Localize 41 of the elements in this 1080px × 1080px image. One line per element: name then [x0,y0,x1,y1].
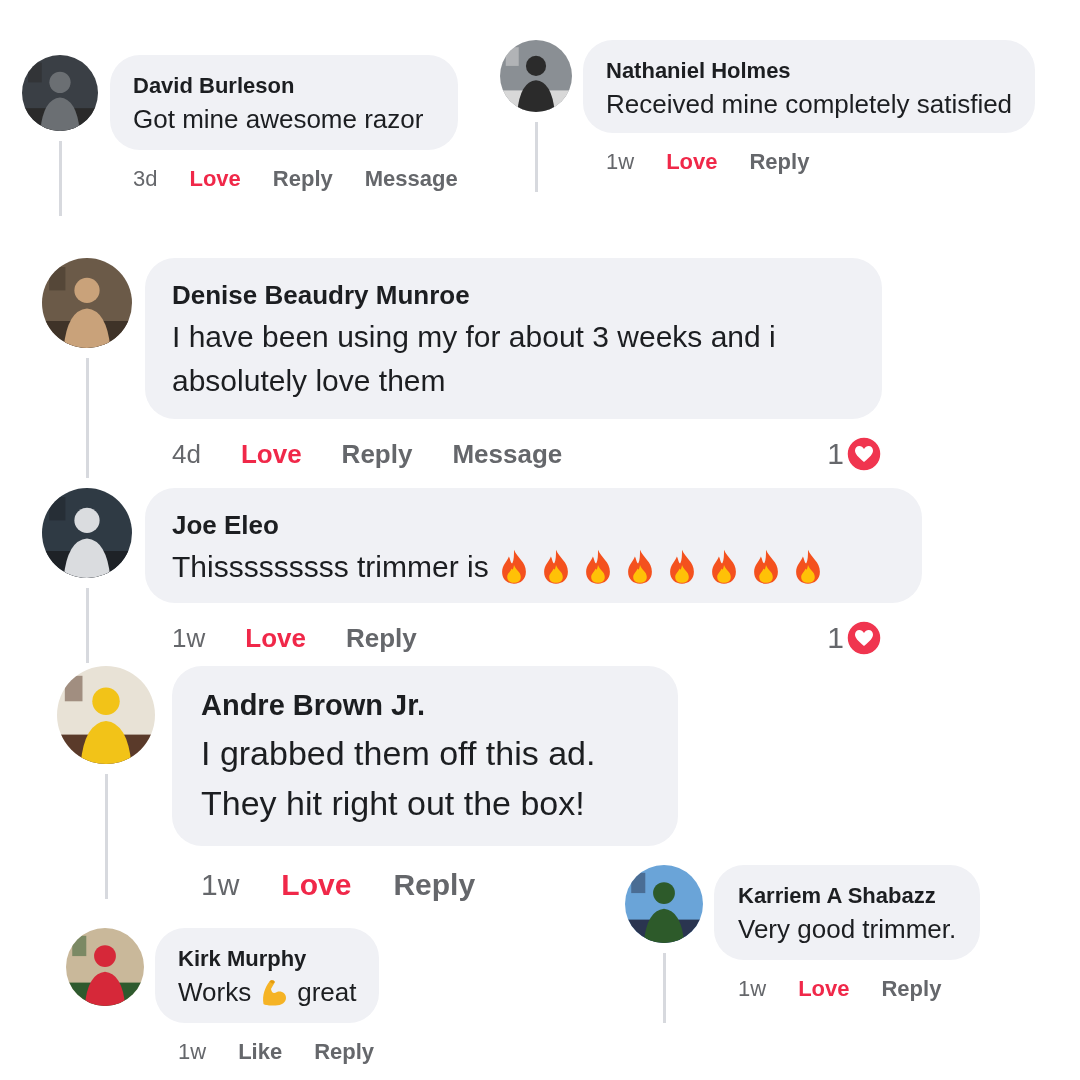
action-link[interactable]: Reply [393,861,476,907]
reaction-link[interactable]: Love [240,435,302,474]
timestamp: 4d [172,438,201,471]
author-name[interactable]: David Burleson [133,69,435,102]
action-link[interactable]: Reply [341,435,413,474]
author-name[interactable]: Karriem A Shabazz [738,879,957,912]
action-link[interactable]: Message [364,162,458,195]
action-link[interactable]: Reply [881,972,942,1005]
comment-text: Got mine awesome razor [133,103,424,136]
timestamp: 1w [178,1038,207,1066]
action-link[interactable]: Reply [314,1035,375,1068]
author-name[interactable]: Joe Eleo [172,506,895,545]
comment-text: I have been using my for about 3 weeks and i absolutely love them [172,319,777,399]
comment-text: I grabbed them off this ad. [201,732,596,774]
comment-text: Received mine completely satisfied [606,88,1013,121]
author-name[interactable]: Andre Brown Jr. [201,684,649,728]
comment-text: great [297,976,357,1009]
timestamp: 1w [738,975,767,1003]
author-name[interactable]: Denise Beaudry Munroe [172,276,855,315]
comment-text: Thisssssssss trimmer is [172,549,489,585]
reaction-count: 1 [827,436,844,472]
timestamp: 1w [201,866,240,903]
reaction-link[interactable]: Love [245,619,306,658]
reaction-link[interactable]: Love [666,145,718,178]
reaction-link[interactable]: Love [281,861,352,907]
reaction-link[interactable]: Like [238,1035,283,1068]
timestamp: 3d [133,165,158,193]
reaction-link[interactable]: Love [798,972,850,1005]
comment-text: Works [178,976,252,1009]
timestamp: 1w [606,148,635,176]
comment-text: Very good trimmer. [738,913,957,946]
timestamp: 1w [172,622,206,655]
reaction-link[interactable]: Love [189,162,241,195]
action-link[interactable]: Reply [345,619,417,658]
comment-text: They hit right out the box! [201,782,585,824]
action-link[interactable]: Message [452,435,563,474]
author-name[interactable]: Nathaniel Holmes [606,54,1013,87]
action-link[interactable]: Reply [749,145,810,178]
reaction-count: 1 [827,620,844,656]
action-link[interactable]: Reply [272,162,333,195]
author-name[interactable]: Kirk Murphy [178,942,357,975]
